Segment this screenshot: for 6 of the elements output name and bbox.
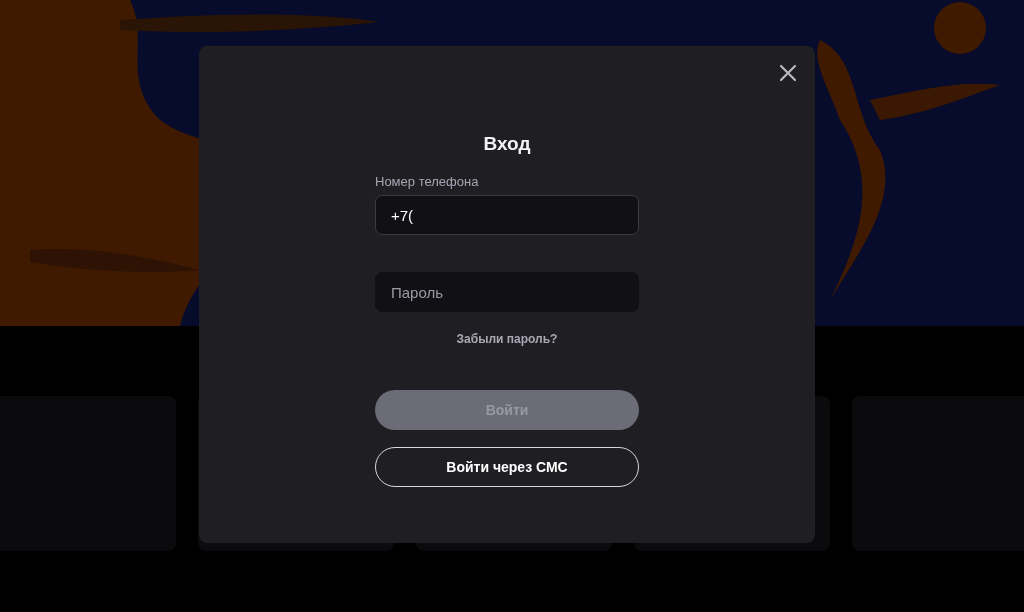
field-label: Номер телефона	[375, 174, 480, 190]
phone-field[interactable]: +7(	[375, 195, 639, 235]
dialog-title: Вход	[483, 132, 531, 156]
password-field[interactable]: Пароль	[375, 272, 639, 312]
close-icon[interactable]	[779, 64, 797, 82]
forgot-password-link[interactable]: Забыли пароль?	[456, 331, 558, 347]
